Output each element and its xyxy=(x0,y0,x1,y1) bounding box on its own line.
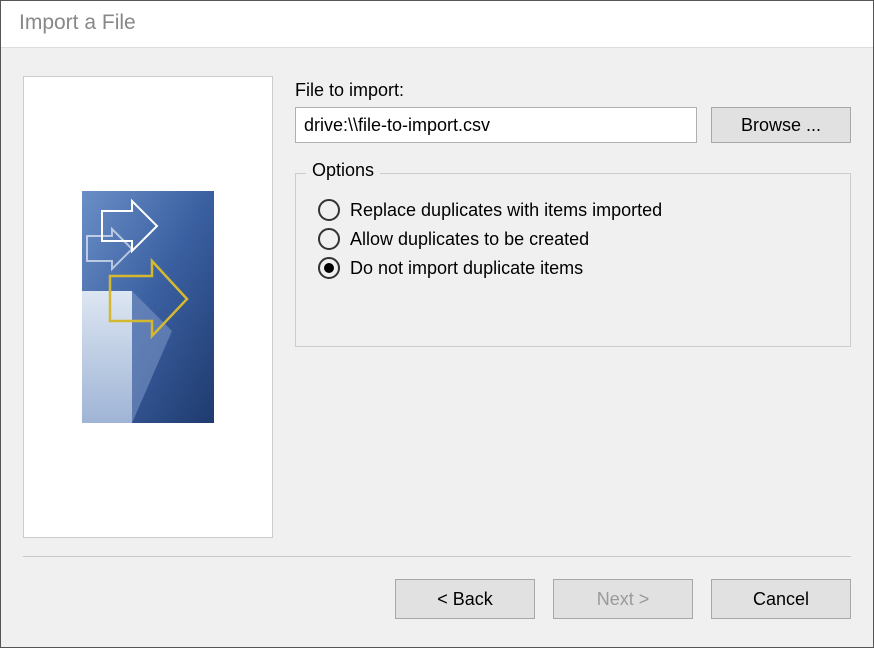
next-button[interactable]: Next > xyxy=(553,579,693,619)
main-panel: File to import: Browse ... Options Repla… xyxy=(295,76,851,538)
radio-do-not-import-duplicates[interactable]: Do not import duplicate items xyxy=(318,257,834,279)
dialog-title: Import a File xyxy=(1,1,873,48)
back-button[interactable]: < Back xyxy=(395,579,535,619)
browse-button[interactable]: Browse ... xyxy=(711,107,851,143)
options-legend: Options xyxy=(306,160,380,181)
radio-icon xyxy=(318,257,340,279)
options-group: Options Replace duplicates with items im… xyxy=(295,173,851,347)
content-area: File to import: Browse ... Options Repla… xyxy=(1,48,873,538)
wizard-button-row: < Back Next > Cancel xyxy=(1,557,873,619)
radio-label: Replace duplicates with items imported xyxy=(350,200,662,221)
radio-replace-duplicates[interactable]: Replace duplicates with items imported xyxy=(318,199,834,221)
radio-label: Do not import duplicate items xyxy=(350,258,583,279)
radio-allow-duplicates[interactable]: Allow duplicates to be created xyxy=(318,228,834,250)
file-import-label: File to import: xyxy=(295,80,851,101)
radio-icon xyxy=(318,228,340,250)
cancel-button[interactable]: Cancel xyxy=(711,579,851,619)
import-illustration-icon xyxy=(82,191,214,423)
radio-label: Allow duplicates to be created xyxy=(350,229,589,250)
file-path-input[interactable] xyxy=(295,107,697,143)
radio-icon xyxy=(318,199,340,221)
wizard-side-panel xyxy=(23,76,273,538)
